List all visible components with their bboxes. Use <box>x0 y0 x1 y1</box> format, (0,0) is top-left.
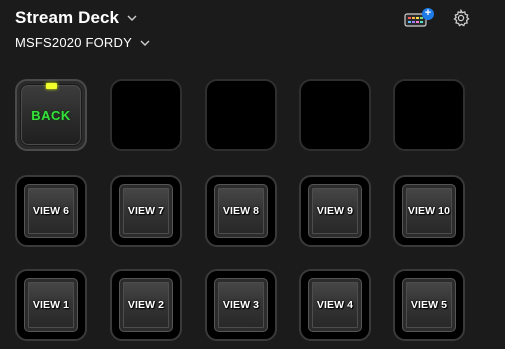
header: Stream Deck MSFS2020 FORDY + <box>0 0 505 60</box>
keycap: VIEW 8 <box>214 184 268 238</box>
key-view-7[interactable]: VIEW 7 <box>110 175 182 247</box>
key-empty[interactable] <box>299 79 371 151</box>
profile-selector[interactable]: MSFS2020 FORDY <box>15 35 150 50</box>
key-label: VIEW 5 <box>410 299 448 311</box>
key-label: VIEW 9 <box>316 205 354 217</box>
keycap: VIEW 9 <box>308 184 362 238</box>
keycap: VIEW 2 <box>119 278 173 332</box>
active-indicator <box>46 83 57 89</box>
key-view-8[interactable]: VIEW 8 <box>205 175 277 247</box>
key-empty[interactable] <box>110 79 182 151</box>
key-label: VIEW 4 <box>316 299 354 311</box>
device-title: Stream Deck <box>15 8 120 27</box>
keycap: VIEW 10 <box>402 184 456 238</box>
key-label: BACK <box>31 107 71 123</box>
keycap: VIEW 7 <box>119 184 173 238</box>
key-view-2[interactable]: VIEW 2 <box>110 269 182 341</box>
keycap: VIEW 5 <box>402 278 456 332</box>
key-view-5[interactable]: VIEW 5 <box>393 269 465 341</box>
key-empty[interactable] <box>205 79 277 151</box>
gear-icon[interactable] <box>452 8 470 27</box>
device-selector[interactable]: Stream Deck <box>15 8 137 28</box>
key-label: VIEW 10 <box>407 205 451 217</box>
chevron-down-icon <box>140 38 150 48</box>
keycap: VIEW 1 <box>24 278 78 332</box>
key-label: VIEW 6 <box>32 205 70 217</box>
profile-title: MSFS2020 FORDY <box>15 35 132 50</box>
store-icon[interactable]: + <box>404 7 434 29</box>
key-grid: BACK VIEW 6 VIEW 7 VIEW 8 VIEW 9 VIEW 10… <box>15 79 471 341</box>
keycap: BACK <box>20 84 82 146</box>
chevron-down-icon <box>127 13 137 23</box>
key-empty[interactable] <box>393 79 465 151</box>
key-view-4[interactable]: VIEW 4 <box>299 269 371 341</box>
key-view-9[interactable]: VIEW 9 <box>299 175 371 247</box>
keycap: VIEW 4 <box>308 278 362 332</box>
keycap: VIEW 6 <box>24 184 78 238</box>
keycap: VIEW 3 <box>214 278 268 332</box>
key-label: VIEW 1 <box>32 299 70 311</box>
store-badge-plus: + <box>424 6 432 19</box>
key-view-3[interactable]: VIEW 3 <box>205 269 277 341</box>
key-label: VIEW 8 <box>222 205 260 217</box>
key-label: VIEW 2 <box>127 299 165 311</box>
key-view-6[interactable]: VIEW 6 <box>15 175 87 247</box>
key-label: VIEW 3 <box>222 299 260 311</box>
key-label: VIEW 7 <box>127 205 165 217</box>
key-view-10[interactable]: VIEW 10 <box>393 175 465 247</box>
key-back[interactable]: BACK <box>15 79 87 151</box>
key-view-1[interactable]: VIEW 1 <box>15 269 87 341</box>
